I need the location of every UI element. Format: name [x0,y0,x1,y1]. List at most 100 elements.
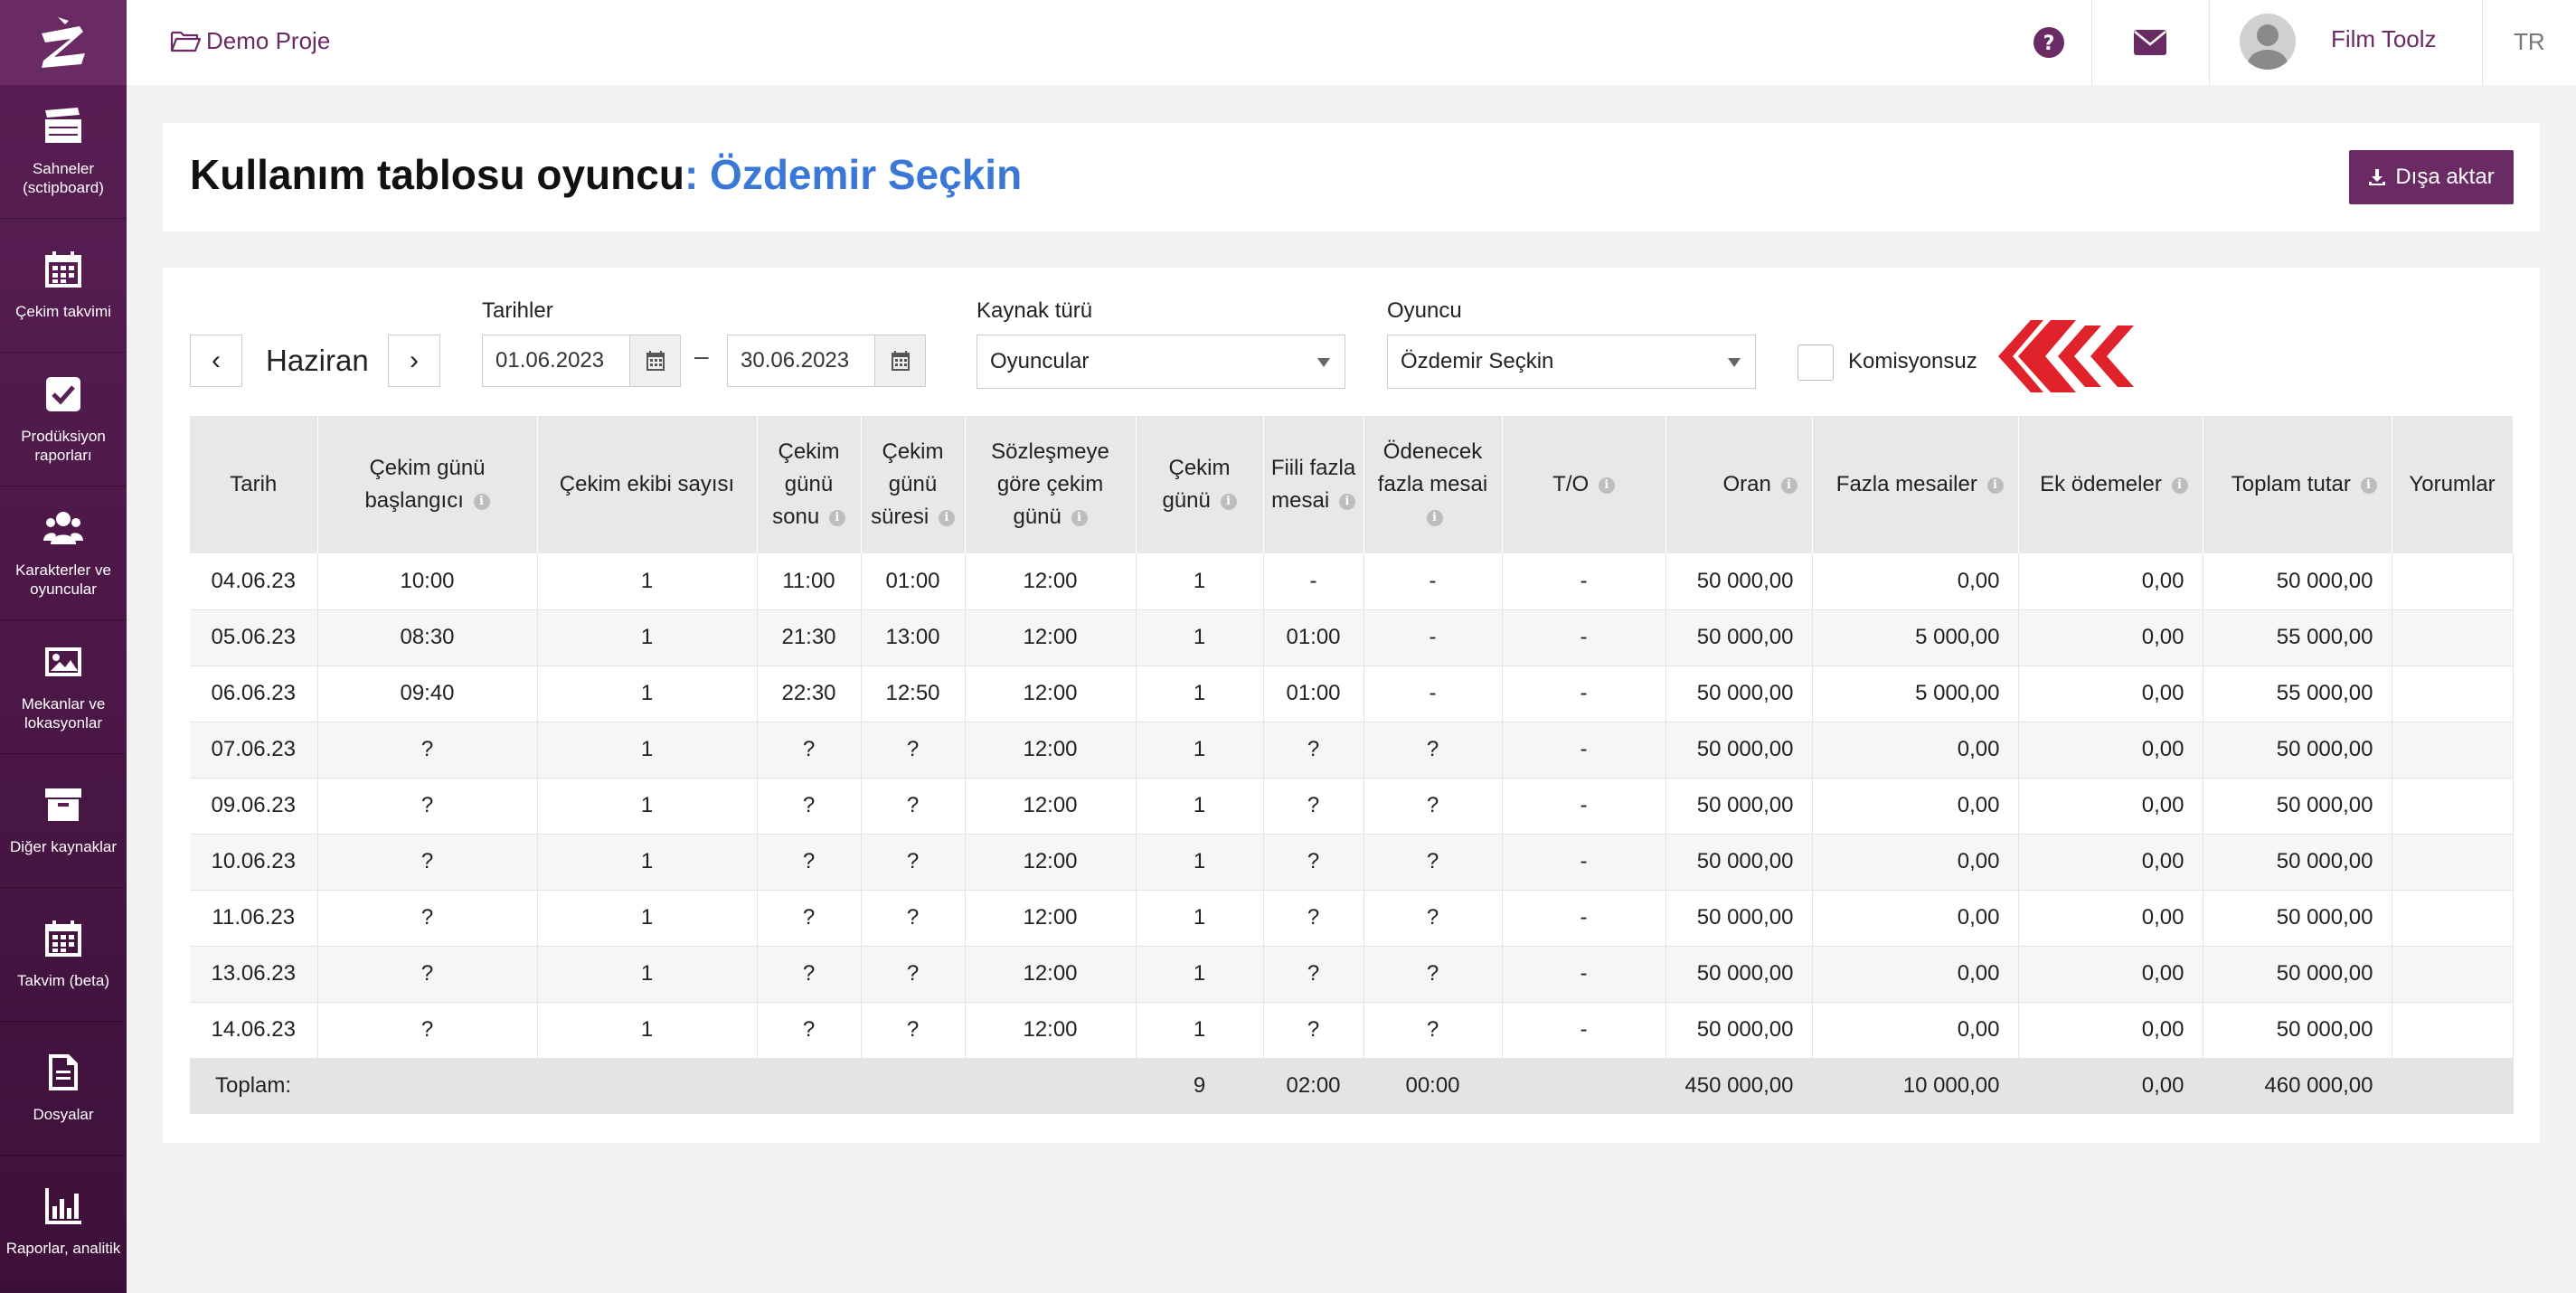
totals-cell [861,1058,966,1114]
table-cell: 1 [537,722,758,779]
info-icon[interactable]: i [1071,509,1088,526]
table-cell[interactable] [2392,665,2514,722]
totals-cell: 9 [1136,1058,1264,1114]
info-icon[interactable]: i [2360,477,2377,494]
project-link[interactable]: Demo Proje [170,27,330,55]
date-from-picker[interactable] [629,335,680,386]
info-icon[interactable]: i [828,509,845,526]
table-cell: 12:00 [965,778,1137,835]
table-row[interactable]: 05.06.23 08:30 1 21:30 13:00 12:00 1 01:00- -50 … [190,609,2514,666]
table-cell[interactable] [2392,834,2514,891]
table-cell: ? [1263,946,1364,1003]
table-cell[interactable] [2392,778,2514,835]
sidebar-item[interactable]: Mekanlar ve lokasyonlar [0,620,127,754]
table-cell: 1 [537,1002,758,1059]
table-cell: - [1502,609,1666,666]
info-icon[interactable]: i [1986,477,2004,494]
table-cell: - [1502,665,1666,722]
date-to-picker[interactable] [874,335,925,386]
column-header: Çekim günü i [1136,416,1264,553]
table-cell: 55 000,00 [2203,665,2392,722]
messages-button[interactable] [2091,0,2209,85]
table-row[interactable]: 13.06.23? 1?? 12:00 1?? -50 000,00 0,00 0,00 50… [190,946,2514,1003]
page-title-actor: Özdemir Seçkin [710,151,1023,198]
table-cell: 1 [537,665,758,722]
user-name[interactable]: Film Toolz [2331,25,2437,53]
table-cell: 0,00 [1812,1002,2019,1059]
next-month-button[interactable]: › [388,335,440,387]
actor-value: Özdemir Seçkin [1401,349,1554,373]
table-row[interactable]: 09.06.23? 1?? 12:00 1?? -50 000,00 0,00 0,00 50… [190,778,2514,835]
info-icon[interactable]: i [1598,477,1615,494]
table-cell: ? [1363,946,1503,1003]
table-cell: ? [1263,890,1364,947]
folder-open-icon [170,31,201,52]
language-switch[interactable]: TR [2514,28,2545,56]
table-cell[interactable] [2392,722,2514,779]
table-cell[interactable] [2392,890,2514,947]
info-icon[interactable]: i [938,509,955,526]
column-header-label: Oran [1722,472,1771,496]
calendar-icon [45,251,81,288]
table-cell: 0,00 [2018,1002,2203,1059]
info-icon[interactable]: i [2171,477,2188,494]
table-header-row: Tarih Çekim günü başlangıcı i Çekim ekibi … [190,416,2514,553]
table-row[interactable]: 07.06.23? 1?? 12:00 1?? -50 000,00 0,00 0,00 50… [190,722,2514,779]
file-icon [49,1054,78,1090]
table-cell: 50 000,00 [1665,946,1813,1003]
sidebar-item[interactable]: Karakterler ve oyuncular [0,486,127,620]
resource-type-select[interactable]: Oyuncular [977,335,1345,389]
export-label: Dışa aktar [2395,165,2495,189]
table-cell[interactable] [2392,609,2514,666]
info-icon[interactable]: i [1220,493,1237,510]
app-logo[interactable] [0,0,127,85]
table-cell: 21:30 [757,609,862,666]
info-icon[interactable]: i [473,493,490,510]
table-row[interactable]: 11.06.23? 1?? 12:00 1?? -50 000,00 0,00 0,00 50… [190,890,2514,947]
table-cell: 50 000,00 [1665,553,1813,610]
actor-select[interactable]: Özdemir Seçkin [1387,335,1756,389]
sidebar-item-label: Raporlar, analitik [5,1240,121,1257]
table-cell[interactable] [2392,553,2514,610]
table-cell: - [1502,553,1666,610]
prev-month-button[interactable]: ‹ [190,335,242,387]
table-cell: 12:00 [965,834,1137,891]
info-icon[interactable]: i [1426,509,1443,526]
export-button[interactable]: Dışa aktar [2349,150,2514,204]
envelope-icon [2134,30,2166,55]
table-cell: ? [317,722,538,779]
column-header: Çekim ekibi sayısı [537,416,758,553]
table-cell: ? [1363,834,1503,891]
table-cell[interactable] [2392,1002,2514,1059]
sidebar-item-label: Dosyalar [33,1106,94,1123]
info-icon[interactable]: i [1338,493,1355,510]
date-from-field[interactable]: 01.06.2023 [482,335,681,387]
sidebar-item[interactable]: Prodüksiyon raporları [0,353,127,486]
sidebar-item[interactable]: Diğer kaynaklar [0,754,127,888]
table-cell: 1 [1136,778,1264,835]
table-row[interactable]: 14.06.23? 1?? 12:00 1?? -50 000,00 0,00 0,00 50… [190,1002,2514,1059]
info-icon[interactable]: i [1780,477,1798,494]
totals-cell: 460 000,00 [2203,1058,2392,1114]
table-row[interactable]: 10.06.23? 1?? 12:00 1?? -50 000,00 0,00 0,00 50… [190,834,2514,891]
sidebar-item[interactable]: Sahneler (sctipboard) [0,85,127,219]
user-avatar[interactable] [2240,14,2296,70]
sidebar-item[interactable]: Dosyalar [0,1022,127,1156]
commission-checkbox[interactable] [1798,344,1834,381]
date-to-field[interactable]: 30.06.2023 [727,335,926,387]
table-row[interactable]: 04.06.23 10:00 1 11:00 01:00 12:00 1- - -50 000,… [190,553,2514,610]
table-cell[interactable] [2392,946,2514,1003]
table-cell: 22:30 [757,665,862,722]
table-cell: 11:00 [757,553,862,610]
sidebar-item[interactable]: Raporlar, analitik [0,1156,127,1289]
table-cell: 50 000,00 [1665,665,1813,722]
sidebar-item[interactable]: Takvim (beta) [0,888,127,1022]
date-to-value: 30.06.2023 [741,348,850,373]
table-cell: 5 000,00 [1812,609,2019,666]
sidebar-item[interactable]: Çekim takvimi [0,219,127,353]
table-row[interactable]: 06.06.23 09:40 1 22:30 12:50 12:00 1 01:00- -50 … [190,665,2514,722]
table-cell: ? [317,946,538,1003]
table-cell: ? [861,722,966,779]
column-header-label: Tarih [230,472,278,496]
table-cell: 08:30 [317,609,538,666]
